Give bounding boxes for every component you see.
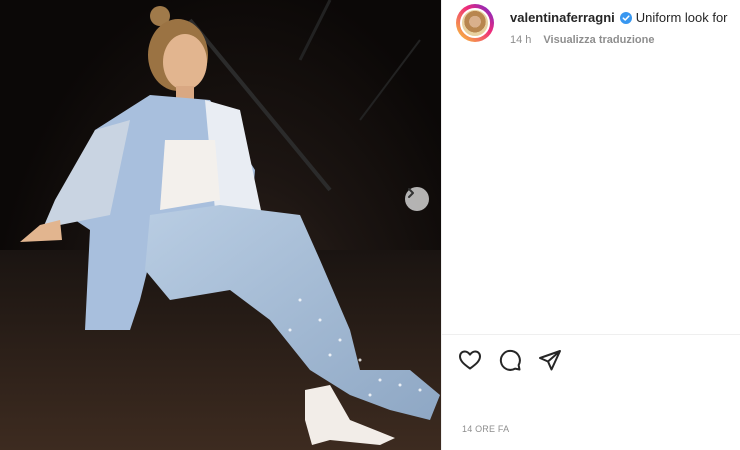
action-bar (458, 348, 562, 372)
paper-plane-icon (539, 350, 561, 371)
post-time-short: 14 h (510, 34, 532, 46)
post-timestamp: 14 ORE FA (462, 424, 510, 434)
heart-icon (459, 350, 481, 370)
instagram-post: valentinaferragni Uniform look for 14 h … (0, 0, 740, 450)
post-side-panel: valentinaferragni Uniform look for 14 h … (441, 0, 740, 450)
caption-text: Uniform look for (635, 10, 728, 25)
share-button[interactable] (538, 348, 562, 372)
post-photo[interactable] (0, 0, 441, 450)
photo-illustration (0, 0, 441, 450)
divider (442, 334, 740, 335)
chevron-right-icon (408, 188, 414, 198)
next-photo-button[interactable] (405, 187, 429, 211)
verified-badge-icon (619, 11, 632, 24)
caption-line: valentinaferragni Uniform look for (510, 10, 728, 25)
avatar[interactable] (456, 4, 494, 42)
username-link[interactable]: valentinaferragni (510, 10, 615, 25)
see-translation-button[interactable]: Visualizza traduzione (543, 34, 654, 46)
avatar-image (460, 8, 490, 38)
caption-meta: 14 h Visualizza traduzione (510, 34, 654, 46)
comment-button[interactable] (498, 348, 522, 372)
comment-icon (499, 349, 521, 371)
like-button[interactable] (458, 348, 482, 372)
